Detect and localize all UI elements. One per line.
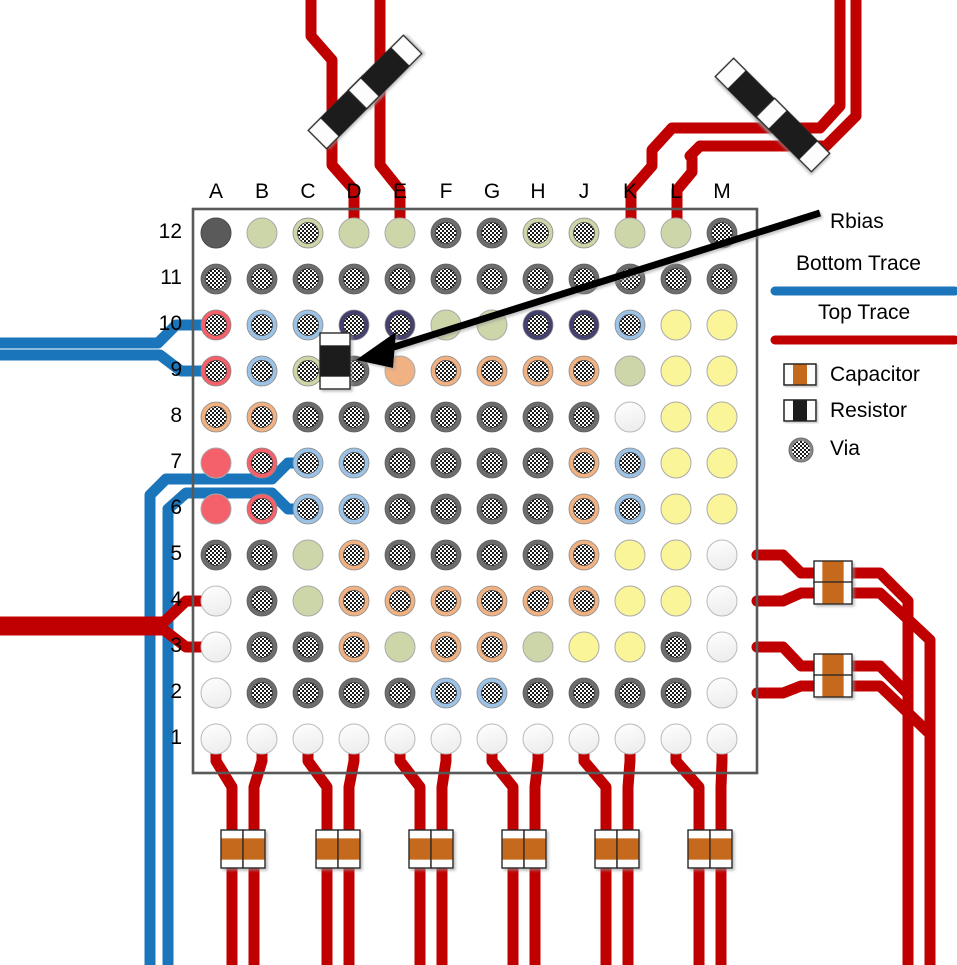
row-label-2: 2: [170, 680, 182, 703]
rbias-leader-line: [376, 209, 822, 356]
column-label-M: M: [713, 180, 731, 203]
annotation-layer: [356, 209, 822, 368]
row-label-6: 6: [170, 496, 182, 519]
legend-label-capacitor: Capacitor: [830, 363, 920, 386]
row-label-12: 12: [158, 220, 182, 243]
pcb-layout-diagram: ABCDEFGHJKLM 12 11 10 9 8 7 6 5 4 3 2 1 Rbias Botto…: [0, 0, 957, 965]
column-label-J: J: [578, 180, 590, 203]
row-label-8: 8: [170, 404, 182, 427]
row-label-5: 5: [170, 542, 182, 565]
row-label-3: 3: [170, 634, 182, 657]
legend-swatch-bottom-trace: [770, 286, 957, 296]
column-label-A: A: [208, 180, 223, 203]
row-label-9: 9: [170, 358, 182, 381]
legend-swatch-top-trace: [770, 335, 957, 345]
row-label-1: 1: [170, 726, 182, 749]
legend-label-bottom-trace: Bottom Trace: [796, 252, 921, 275]
column-label-B: B: [254, 180, 269, 203]
column-label-D: D: [346, 180, 362, 203]
legend-label-resistor: Resistor: [830, 399, 908, 422]
column-label-K: K: [622, 180, 637, 203]
column-label-G: G: [483, 180, 501, 203]
row-label-7: 7: [170, 450, 182, 473]
row-label-11: 11: [160, 266, 182, 289]
legend-label-via: Via: [830, 437, 860, 460]
legend-label-top-trace: Top Trace: [818, 301, 911, 324]
row-label-4: 4: [170, 588, 182, 611]
rbias-arrowhead: [356, 332, 396, 368]
column-label-E: E: [392, 180, 407, 203]
legend-swatch-via: [788, 437, 814, 463]
legend: Bottom Trace Top Trace Capacitor Resisto…: [760, 200, 957, 480]
column-label-C: C: [300, 180, 316, 203]
column-label-H: H: [530, 180, 546, 203]
row-label-10: 10: [158, 312, 182, 335]
column-label-L: L: [670, 180, 682, 203]
legend-swatch-capacitor: [783, 363, 817, 386]
column-label-F: F: [439, 180, 453, 203]
legend-swatch-resistor: [783, 399, 817, 422]
